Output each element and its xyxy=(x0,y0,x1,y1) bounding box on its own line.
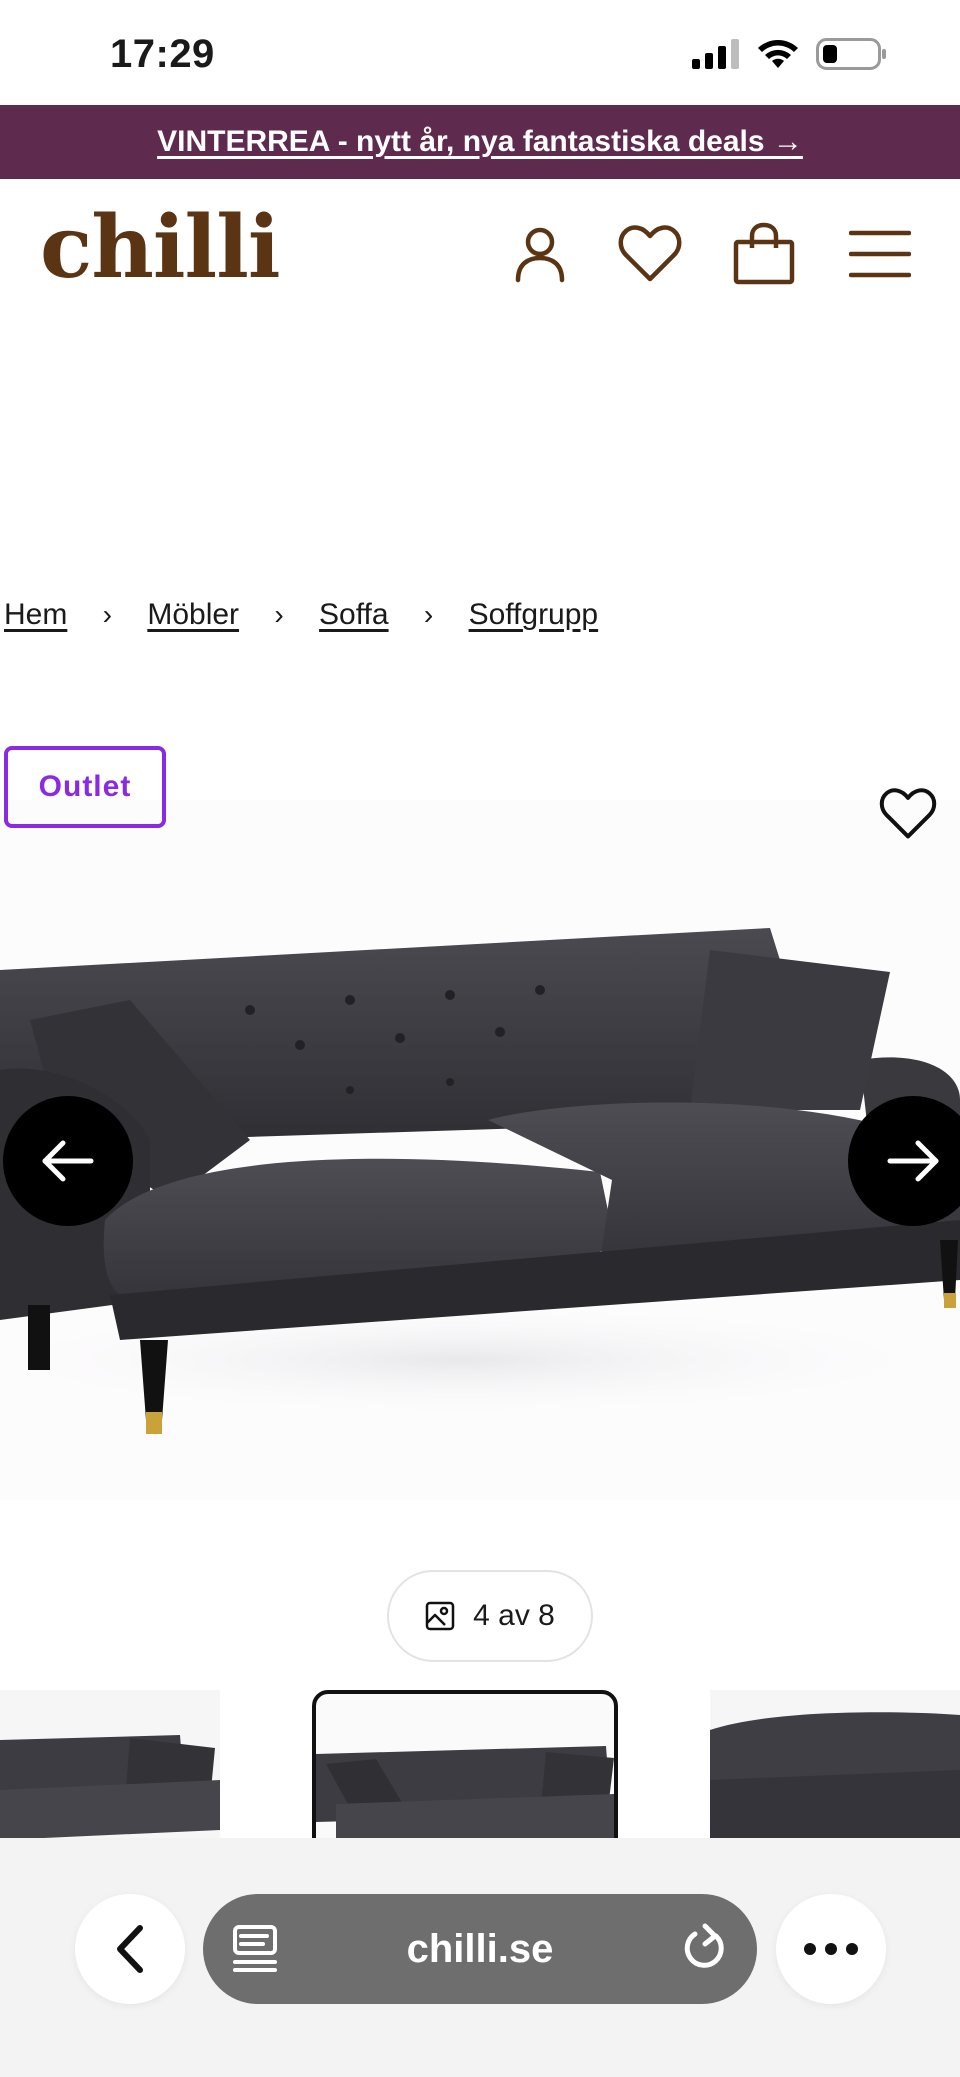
image-icon xyxy=(425,1601,455,1631)
tab-overview-icon[interactable] xyxy=(233,1924,277,1974)
breadcrumb-mobler[interactable]: Möbler xyxy=(147,598,239,632)
thumbnail-strip xyxy=(0,1688,960,1838)
browser-toolbar: chilli.se xyxy=(0,1838,960,2077)
menu-icon[interactable] xyxy=(845,219,915,289)
thumbnail-image xyxy=(710,1712,960,1838)
reload-icon[interactable] xyxy=(681,1922,727,1974)
thumbnail-item[interactable] xyxy=(710,1690,960,1838)
thumbnail-item-active[interactable] xyxy=(312,1690,618,1838)
url-text: chilli.se xyxy=(406,1926,554,1971)
promo-banner: VINTERREA - nytt år, nya fantastiska dea… xyxy=(0,105,960,179)
signal-icon xyxy=(692,39,739,69)
browser-back-button[interactable] xyxy=(75,1894,185,2004)
add-to-wishlist-button[interactable] xyxy=(876,782,940,846)
breadcrumb-separator: › xyxy=(423,599,434,630)
sofa-illustration xyxy=(0,928,960,1434)
cart-icon[interactable] xyxy=(729,219,799,289)
wifi-icon xyxy=(758,40,798,68)
heart-icon xyxy=(879,788,937,839)
browser-more-button[interactable] xyxy=(776,1894,886,2004)
breadcrumb: Hem › Möbler › Soffa › Soffgrupp xyxy=(4,598,598,632)
outlet-badge: Outlet xyxy=(4,746,166,828)
breadcrumb-home[interactable]: Hem xyxy=(4,598,67,632)
battery-icon xyxy=(816,38,886,70)
wishlist-icon[interactable] xyxy=(615,219,685,289)
thumbnail-image xyxy=(0,1735,220,1838)
status-bar: 17:29 xyxy=(0,0,960,105)
product-image[interactable] xyxy=(0,800,960,1500)
status-time: 17:29 xyxy=(110,32,215,76)
thumbnail-image xyxy=(316,1746,614,1838)
breadcrumb-soffa[interactable]: Soffa xyxy=(319,598,389,632)
thumbnail-item[interactable] xyxy=(0,1690,220,1838)
breadcrumb-soffgrupp[interactable]: Soffgrupp xyxy=(469,598,599,632)
breadcrumb-separator: › xyxy=(274,599,284,630)
breadcrumb-separator: › xyxy=(102,599,112,630)
arrow-right-icon xyxy=(887,1140,939,1182)
account-icon[interactable] xyxy=(505,219,575,289)
chevron-left-icon xyxy=(117,1925,143,1973)
address-bar[interactable]: chilli.se xyxy=(203,1894,757,2004)
site-header: chilli xyxy=(0,179,960,324)
promo-link[interactable]: VINTERREA - nytt år, nya fantastiska dea… xyxy=(157,125,803,159)
previous-image-button[interactable] xyxy=(3,1096,133,1226)
more-icon xyxy=(804,1943,858,1955)
site-logo[interactable]: chilli xyxy=(40,205,281,291)
status-icons xyxy=(692,38,888,70)
image-counter: 4 av 8 xyxy=(387,1570,593,1662)
arrow-left-icon xyxy=(42,1140,94,1182)
image-counter-text: 4 av 8 xyxy=(473,1599,555,1632)
